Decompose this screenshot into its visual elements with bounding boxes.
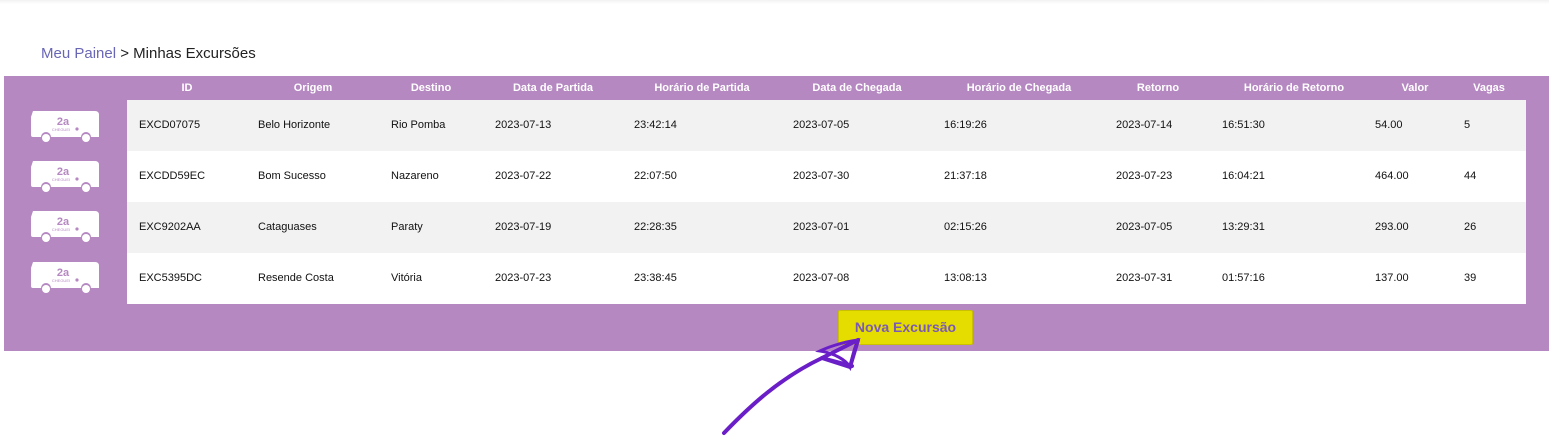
svg-text:CHEGUEI: CHEGUEI bbox=[52, 127, 70, 132]
breadcrumb-current: Minhas Excursões bbox=[133, 45, 256, 62]
bus-icon: 2a CHEGUEI bbox=[31, 211, 99, 242]
cell-destino: Nazareno bbox=[391, 170, 439, 182]
column-header-data-partida: Data de Partida bbox=[512, 82, 594, 94]
cell-data-partida: 2023-07-22 bbox=[495, 170, 552, 182]
cell-vagas: 5 bbox=[1464, 119, 1471, 131]
annotation-arrow-icon bbox=[722, 338, 861, 435]
cell-data-partida: 2023-07-13 bbox=[495, 119, 552, 131]
cell-vagas: 44 bbox=[1464, 170, 1477, 182]
column-header-origem: Origem bbox=[293, 82, 333, 94]
column-header-horario-chegada: Horário de Chegada bbox=[966, 82, 1072, 94]
cell-id: EXC5395DC bbox=[139, 272, 202, 284]
column-header-horario-partida: Horário de Partida bbox=[654, 82, 750, 94]
cell-horario-partida: 23:38:45 bbox=[634, 272, 677, 284]
cell-horario-retorno: 16:04:21 bbox=[1222, 170, 1265, 182]
cell-origem: Resende Costa bbox=[258, 272, 334, 284]
bus-icon: 2a CHEGUEI bbox=[31, 111, 99, 142]
column-header-id: ID bbox=[181, 82, 193, 94]
breadcrumb-separator: > bbox=[116, 45, 134, 62]
cell-horario-partida: 23:42:14 bbox=[634, 119, 677, 131]
cell-retorno: 2023-07-23 bbox=[1116, 170, 1173, 182]
breadcrumb: Meu Painel > Minhas Excursões bbox=[41, 45, 256, 63]
cell-destino: Vitória bbox=[391, 272, 422, 284]
cell-origem: Cataguases bbox=[258, 221, 317, 233]
cell-horario-retorno: 16:51:30 bbox=[1222, 119, 1265, 131]
cell-horario-partida: 22:28:35 bbox=[634, 221, 677, 233]
table-row[interactable]: EXC5395DC Resende Costa Vitória 2023-07-… bbox=[127, 253, 1526, 304]
cell-data-chegada: 2023-07-08 bbox=[793, 272, 850, 284]
cell-horario-chegada: 21:37:18 bbox=[944, 170, 987, 182]
cell-valor: 54.00 bbox=[1375, 119, 1403, 131]
cell-horario-partida: 22:07:50 bbox=[634, 170, 677, 182]
cell-data-partida: 2023-07-19 bbox=[495, 221, 552, 233]
cell-horario-chegada: 13:08:13 bbox=[944, 272, 987, 284]
table-row[interactable]: EXCDD59EC Bom Sucesso Nazareno 2023-07-2… bbox=[127, 151, 1526, 202]
breadcrumb-home-link[interactable]: Meu Painel bbox=[41, 45, 116, 62]
excursions-table-body: EXCD07075 Belo Horizonte Rio Pomba 2023-… bbox=[127, 100, 1526, 304]
cell-data-chegada: 2023-07-30 bbox=[793, 170, 850, 182]
cell-id: EXCD07075 bbox=[139, 119, 201, 131]
column-header-valor: Valor bbox=[1401, 82, 1429, 94]
column-header-retorno: Retorno bbox=[1136, 82, 1180, 94]
cell-data-chegada: 2023-07-05 bbox=[793, 119, 850, 131]
cell-origem: Bom Sucesso bbox=[258, 170, 326, 182]
cell-horario-chegada: 16:19:26 bbox=[944, 119, 987, 131]
cell-retorno: 2023-07-14 bbox=[1116, 119, 1173, 131]
cell-vagas: 26 bbox=[1464, 221, 1477, 233]
cell-valor: 464.00 bbox=[1375, 170, 1409, 182]
column-header-vagas: Vagas bbox=[1473, 82, 1505, 94]
cell-valor: 293.00 bbox=[1375, 221, 1409, 233]
cell-id: EXC9202AA bbox=[139, 221, 201, 233]
cell-retorno: 2023-07-05 bbox=[1116, 221, 1173, 233]
top-bar bbox=[0, 0, 1549, 4]
table-header: ID Origem Destino Data de Partida Horári… bbox=[123, 82, 1526, 98]
column-header-destino: Destino bbox=[410, 82, 452, 94]
svg-text:CHEGUEI: CHEGUEI bbox=[52, 227, 70, 232]
column-header-horario-retorno: Horário de Retorno bbox=[1243, 82, 1345, 94]
svg-text:CHEGUEI: CHEGUEI bbox=[52, 177, 70, 182]
cell-horario-chegada: 02:15:26 bbox=[944, 221, 987, 233]
bus-icon: 2a CHEGUEI bbox=[31, 262, 99, 293]
cell-vagas: 39 bbox=[1464, 272, 1477, 284]
cell-valor: 137.00 bbox=[1375, 272, 1409, 284]
cell-destino: Rio Pomba bbox=[391, 119, 446, 131]
cell-destino: Paraty bbox=[391, 221, 423, 233]
cell-horario-retorno: 13:29:31 bbox=[1222, 221, 1265, 233]
column-header-data-chegada: Data de Chegada bbox=[812, 82, 902, 94]
cell-data-partida: 2023-07-23 bbox=[495, 272, 552, 284]
svg-text:CHEGUEI: CHEGUEI bbox=[52, 278, 70, 283]
cell-origem: Belo Horizonte bbox=[258, 119, 331, 131]
cell-data-chegada: 2023-07-01 bbox=[793, 221, 850, 233]
cell-horario-retorno: 01:57:16 bbox=[1222, 272, 1265, 284]
cell-retorno: 2023-07-31 bbox=[1116, 272, 1173, 284]
table-row[interactable]: EXCD07075 Belo Horizonte Rio Pomba 2023-… bbox=[127, 100, 1526, 151]
bus-icon: 2a CHEGUEI bbox=[31, 161, 99, 192]
table-row[interactable]: EXC9202AA Cataguases Paraty 2023-07-19 2… bbox=[127, 202, 1526, 253]
cell-id: EXCDD59EC bbox=[139, 170, 206, 182]
